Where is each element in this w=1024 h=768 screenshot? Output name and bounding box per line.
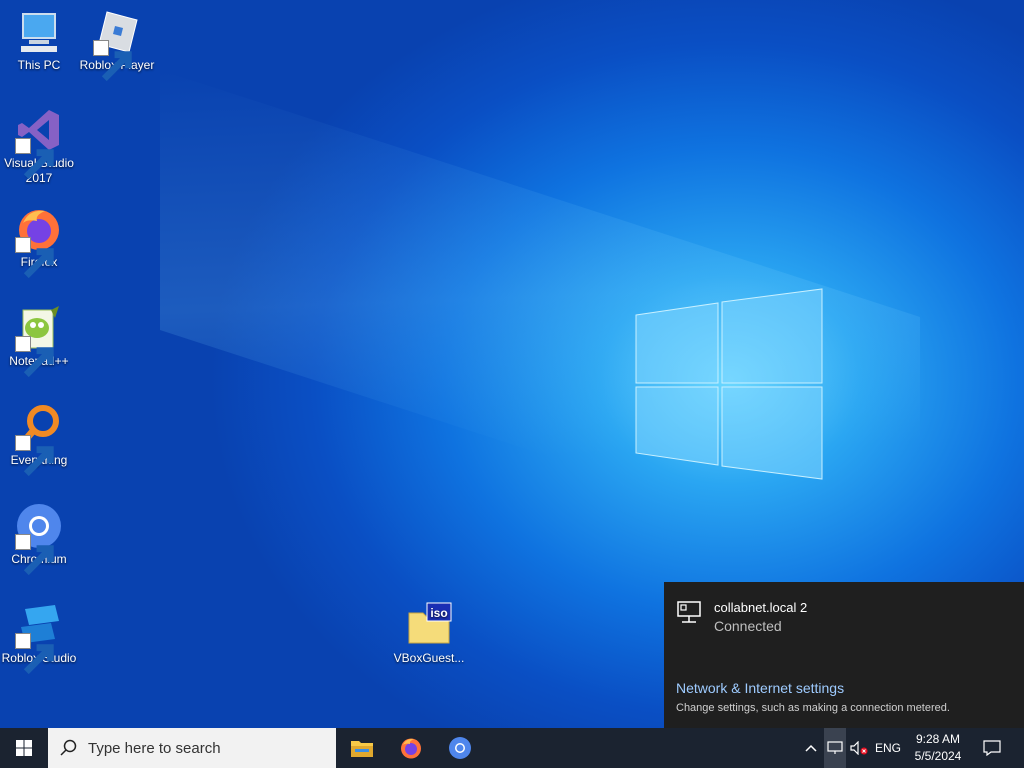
network-name: collabnet.local 2 [714,600,808,615]
clock-date: 5/5/2024 [914,749,962,763]
desktop-icon-firefox[interactable]: Firefox [1,205,77,279]
desktop-icon-this-pc[interactable]: This PC [1,8,77,73]
desktop-icon-roblox-player[interactable]: Roblox Player [79,8,155,82]
chevron-up-icon [805,744,817,752]
search-placeholder: Type here to search [88,739,221,757]
desktop-icon-label: This PC [17,58,61,72]
taskbar-search-box[interactable]: Type here to search [48,728,336,768]
clock-time: 9:28 AM [915,732,961,746]
desktop-icon-roblox-studio[interactable]: Roblox Studio [1,601,77,675]
taskbar-chromium[interactable] [436,728,484,768]
network-tray-button[interactable] [824,728,846,768]
taskbar-firefox[interactable] [387,728,435,768]
desktop-icon-chromium[interactable]: Chromium [1,502,77,576]
action-center-button[interactable] [976,728,1008,768]
ethernet-network-icon [677,601,701,623]
desktop-icon-notepad-plus-plus[interactable]: Notepad++ [1,304,77,378]
show-hidden-icons-button[interactable] [800,728,822,768]
shortcut-arrow-icon [15,138,54,180]
windows-wallpaper-logo [635,288,823,480]
this-pc-icon [21,13,57,52]
windows-start-icon [16,740,32,756]
svg-text:iso: iso [430,606,447,620]
file-explorer-icon [351,741,373,757]
network-settings-description: Change settings, such as making a connec… [676,702,950,714]
desktop-icon-visual-studio[interactable]: Visual Studio 2017 [1,106,77,186]
shortcut-arrow-icon [93,40,132,82]
taskbar-file-explorer[interactable] [338,728,386,768]
volume-muted-icon [850,741,868,755]
iso-file-icon: iso [408,602,452,644]
volume-tray-button[interactable] [848,728,870,768]
chromium-icon [449,737,471,759]
start-button[interactable] [0,728,48,768]
firefox-icon [401,738,421,759]
network-status: Connected [714,618,782,634]
desktop-icon-label: VBoxGuest... [393,651,465,665]
shortcut-arrow-icon [15,237,54,279]
network-tray-icon [827,741,843,754]
shortcut-arrow-icon [15,336,54,378]
input-language-indicator[interactable]: ENG [872,728,904,768]
desktop-icon-vboxguest-iso[interactable]: iso VBoxGuest... [391,601,467,666]
network-flyout: collabnet.local 2 Connected Network & In… [664,582,1024,728]
shortcut-arrow-icon [15,435,54,477]
taskbar: Type here to search ENG 9:28 AM 5/5/2024 [0,728,1024,768]
taskbar-clock[interactable]: 9:28 AM 5/5/2024 [908,731,968,765]
network-internet-settings-link[interactable]: Network & Internet settings [676,680,844,696]
shortcut-arrow-icon [15,633,54,675]
network-connection-item[interactable]: collabnet.local 2 Connected [676,600,807,634]
desktop-icon-everything[interactable]: Everything [1,403,77,477]
search-icon [60,739,77,756]
shortcut-arrow-icon [15,534,54,576]
notifications-icon [983,740,1001,756]
